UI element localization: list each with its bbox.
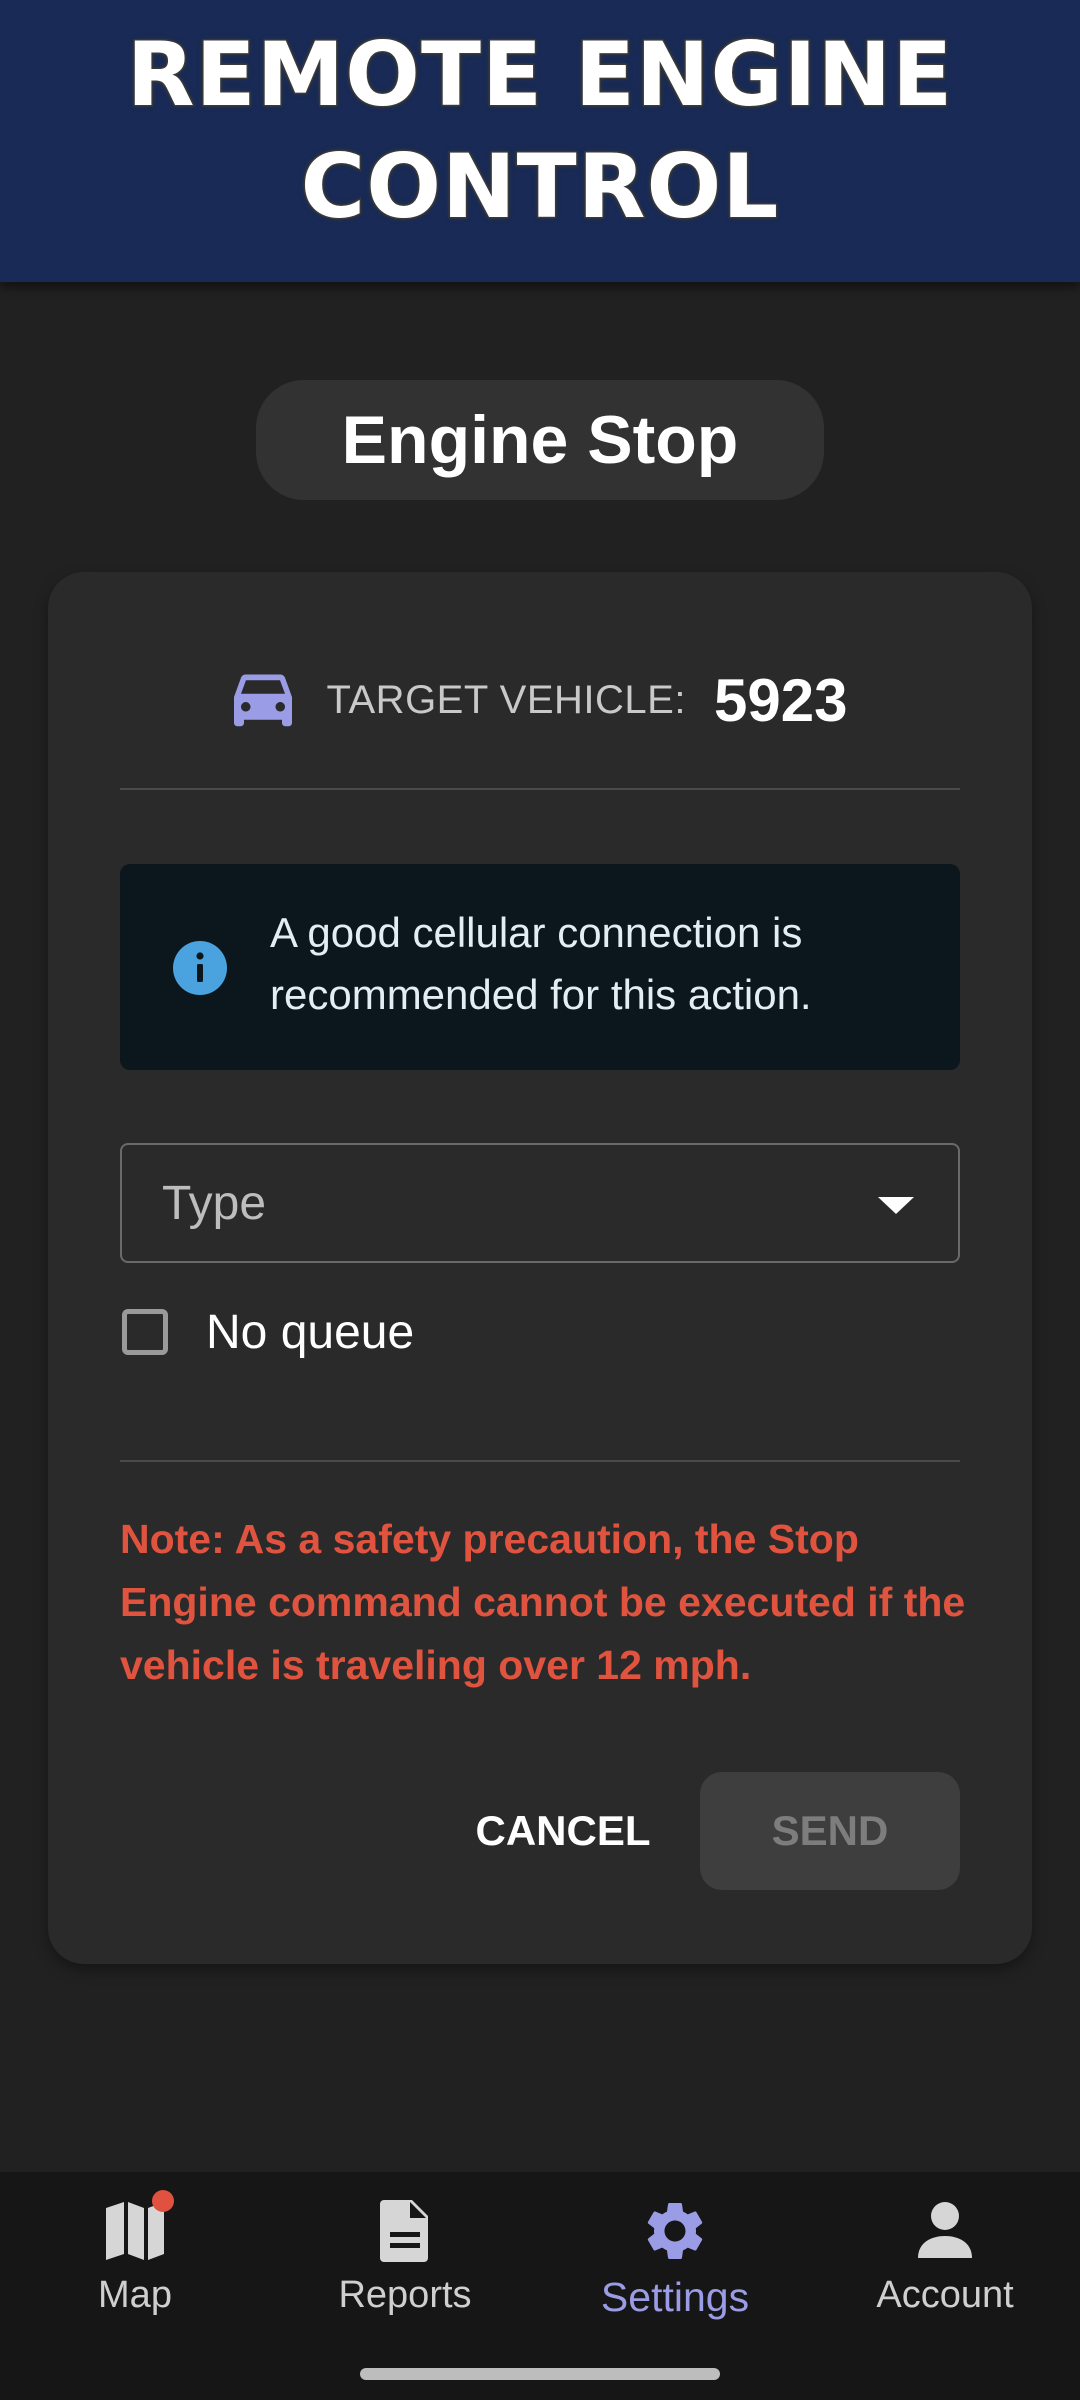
nav-item-account[interactable]: Account [810, 2192, 1080, 2342]
nav-item-settings[interactable]: Settings [540, 2192, 810, 2342]
document-icon [370, 2196, 440, 2266]
info-icon [172, 940, 228, 996]
bottom-nav: Map Reports Settings Account [0, 2172, 1080, 2400]
page-title-pill: Engine Stop [256, 380, 824, 500]
target-vehicle-row: TARGET VEHICLE: 5923 [48, 658, 1032, 742]
target-vehicle-value: 5923 [713, 666, 848, 734]
cancel-button[interactable]: CANCEL [418, 1772, 708, 1890]
person-icon [910, 2196, 980, 2266]
gear-icon [640, 2196, 710, 2266]
info-banner: A good cellular connection is recommende… [120, 864, 960, 1070]
nav-item-reports[interactable]: Reports [270, 2192, 540, 2342]
map-icon [100, 2190, 174, 2266]
type-placeholder: Type [162, 1176, 267, 1230]
no-queue-label: No queue [206, 1305, 415, 1359]
car-icon [233, 672, 293, 728]
page-title: Engine Stop [341, 402, 739, 478]
chevron-down-icon [878, 1197, 914, 1214]
nav-label: Settings [600, 2274, 750, 2320]
divider [120, 788, 960, 790]
nav-label: Map [98, 2274, 172, 2316]
no-queue-checkbox[interactable]: No queue [120, 1296, 414, 1368]
nav-label: Reports [338, 2274, 472, 2316]
app-banner: REMOTE ENGINE CONTROL [0, 0, 1080, 282]
engine-stop-card: TARGET VEHICLE: 5923 A good cellular con… [48, 572, 1032, 1964]
banner-title: REMOTE ENGINE CONTROL [125, 22, 954, 240]
nav-label: Account [876, 2274, 1014, 2316]
divider [120, 1460, 960, 1462]
info-text: A good cellular connection is recommende… [270, 909, 812, 1018]
checkbox-box[interactable] [122, 1309, 168, 1355]
nav-item-map[interactable]: Map [0, 2190, 270, 2342]
target-vehicle-label: TARGET VEHICLE: [326, 677, 686, 722]
send-button[interactable]: SEND [700, 1772, 960, 1890]
home-indicator[interactable] [360, 2368, 720, 2380]
notification-badge [152, 2190, 174, 2212]
type-select[interactable]: Type [120, 1143, 960, 1263]
safety-note: Note: As a safety precaution, the Stop E… [120, 1516, 966, 1688]
